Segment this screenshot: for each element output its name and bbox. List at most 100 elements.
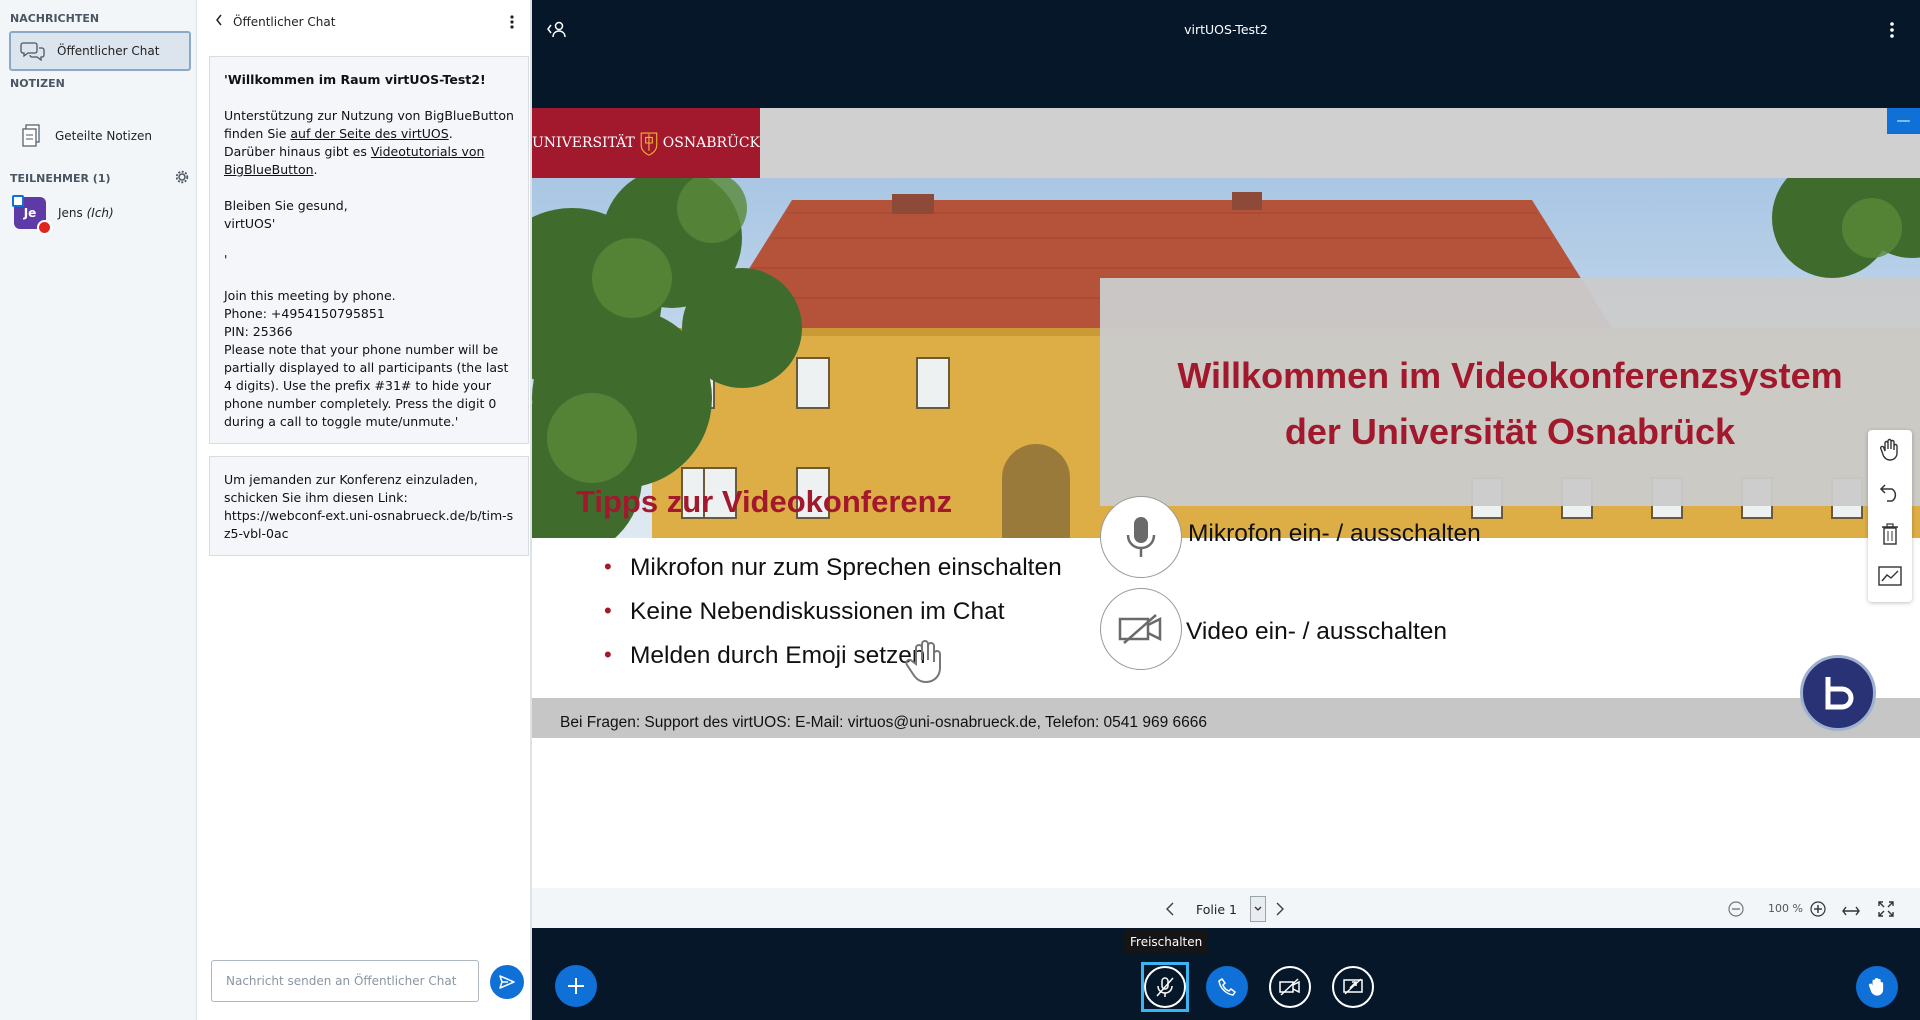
support-text-end: . (448, 126, 453, 141)
university-logo: UNIVERSITÄT OSNABRÜCK (532, 108, 760, 178)
messages-section-title: NACHRICHTEN (10, 12, 100, 25)
hand-tool-icon[interactable] (1874, 434, 1906, 466)
welcome-line-post: ! (479, 72, 486, 87)
chevron-down-icon (1250, 896, 1266, 922)
support-link[interactable]: auf der Seite des virtUOS (290, 126, 448, 141)
phone-intro: Join this meeting by phone. (224, 288, 396, 303)
chat-back-button[interactable]: Öffentlicher Chat (215, 14, 335, 29)
tutorial-text-end: . (313, 162, 318, 177)
university-emblem-icon (640, 132, 658, 156)
send-icon (499, 975, 515, 989)
mic-label: Mikrofon ein- / ausschalten (1188, 520, 1481, 547)
participants-settings-icon[interactable] (175, 169, 189, 188)
top-bar: virtUOS-Test2 (532, 0, 1920, 60)
avatar-initials: Je (23, 206, 37, 220)
tutorial-text: Darüber hinaus gibt es (224, 144, 371, 159)
actions-plus-button[interactable] (555, 965, 597, 1007)
fullscreen-icon[interactable] (1878, 901, 1894, 921)
presenter-icon (12, 195, 24, 207)
avatar: Je (12, 195, 52, 235)
share-webcam-button[interactable] (1269, 966, 1311, 1008)
invite-link: https://webconf-ext.uni-osnabrueck.de/b/… (224, 508, 514, 541)
phone-note: Please note that your phone number will … (224, 342, 509, 429)
welcome-line-pre: 'Willkommen im Raum (224, 72, 385, 87)
undo-icon[interactable] (1874, 476, 1906, 508)
tip-item: Keine Nebendiskussionen im Chat (604, 598, 1004, 626)
slide-select-value: Folie 1 (1196, 901, 1237, 917)
invite-text: Um jemanden zur Konferenz einzuladen, sc… (224, 472, 478, 505)
zoom-in-icon[interactable] (1810, 901, 1826, 921)
public-chat-label: Öffentlicher Chat (57, 44, 160, 58)
welcome-room-name: virtUOS-Test2 (384, 72, 480, 87)
participants-section-title: TEILNEHMER (1) (10, 172, 111, 185)
participant-row[interactable]: Je Jens (Ich) (12, 195, 114, 235)
fit-width-icon[interactable] (1842, 902, 1860, 921)
presentation-slide[interactable]: UNIVERSITÄT OSNABRÜCK Willkommen im Vide… (532, 108, 1920, 888)
send-message-button[interactable] (490, 965, 524, 999)
slide-select[interactable]: Folie 1 (1186, 896, 1266, 922)
tips-title: Tipps zur Videokonferenz (576, 484, 953, 519)
chat-options-icon[interactable] (510, 14, 514, 29)
phone-icon (1218, 977, 1237, 996)
public-chat-item[interactable]: Öffentlicher Chat (9, 31, 191, 71)
tip-item: Melden durch Emoji setzen (604, 642, 925, 670)
whiteboard-toolbar (1868, 430, 1912, 602)
leave-audio-button[interactable] (1206, 966, 1248, 1008)
room-title: virtUOS-Test2 (1184, 22, 1268, 37)
unmute-tooltip: Freischalten (1124, 930, 1209, 954)
phone-number: Phone: +4954150795851 (224, 306, 385, 321)
invite-message: Um jemanden zur Konferenz einzuladen, sc… (209, 456, 529, 556)
participant-name-text: Jens (58, 206, 83, 220)
chat-icon (19, 37, 47, 65)
slide-footer-text: Bei Fragen: Support des virtUOS: E-Mail:… (560, 714, 1207, 731)
plus-icon (568, 978, 584, 994)
participant-self-tag: (Ich) (86, 206, 114, 220)
chat-panel: Öffentlicher Chat 'Willkommen im Raum vi… (197, 0, 532, 1020)
headline-line-2: der Universität Osnabrück (1284, 411, 1736, 452)
chat-message-input[interactable]: Nachricht senden an Öffentlicher Chat (211, 960, 479, 1002)
screenshare-off-icon (1343, 978, 1363, 995)
minimize-presentation-button[interactable]: — (1887, 108, 1920, 134)
multi-user-whiteboard-icon[interactable] (1874, 560, 1906, 592)
bigbluebutton-logo (1800, 655, 1876, 731)
next-slide-icon[interactable] (1276, 901, 1285, 920)
raise-hand-icon (904, 638, 944, 688)
slide-headline: Willkommen im Videokonferenzsystem der U… (1100, 348, 1920, 460)
minimize-label: — (1896, 113, 1911, 129)
shared-notes-item[interactable]: Geteilte Notizen (9, 116, 191, 156)
video-icon (1100, 588, 1182, 670)
video-off-icon (1279, 978, 1300, 996)
greeting-line-1: Bleiben Sie gesund, (224, 198, 348, 213)
options-kebab-icon[interactable] (1890, 22, 1894, 42)
logo-text-right: OSNABRÜCK (662, 135, 760, 151)
mic-icon (1100, 496, 1182, 578)
delete-icon[interactable] (1874, 518, 1906, 550)
chat-title: Öffentlicher Chat (233, 14, 336, 29)
hand-icon (1868, 978, 1884, 996)
main-area: virtUOS-Test2 UNIVERSITÄT OSNABRÜCK Will… (532, 0, 1920, 1020)
notes-section-title: NOTIZEN (10, 77, 65, 90)
prev-slide-icon[interactable] (1165, 901, 1174, 920)
presentation-toolbar: Folie 1 100 % (532, 888, 1920, 928)
muted-mic-icon (1156, 977, 1174, 997)
notes-icon (17, 122, 45, 150)
video-label: Video ein- / ausschalten (1186, 618, 1448, 645)
chat-input-placeholder: Nachricht senden an Öffentlicher Chat (226, 974, 457, 988)
phone-pin: PIN: 25366 (224, 324, 293, 339)
user-list-panel: NACHRICHTEN Öffentlicher Chat NOTIZEN Ge… (0, 0, 197, 1020)
headline-line-1: Willkommen im Videokonferenzsystem (1177, 355, 1843, 396)
unmute-button[interactable] (1144, 966, 1186, 1008)
share-screen-button[interactable] (1332, 966, 1374, 1008)
zoom-out-icon[interactable] (1728, 901, 1744, 921)
shared-notes-label: Geteilte Notizen (55, 129, 152, 143)
raise-hand-button[interactable] (1856, 966, 1898, 1008)
participant-name: Jens (Ich) (58, 206, 114, 220)
bbb-app: NACHRICHTEN Öffentlicher Chat NOTIZEN Ge… (0, 0, 1920, 1020)
muted-icon (37, 220, 52, 235)
zoom-value: 100 % (1768, 902, 1803, 915)
logo-text-left: UNIVERSITÄT (532, 135, 635, 151)
tip-item: Mikrofon nur zum Sprechen einschalten (604, 554, 1062, 582)
welcome-message: 'Willkommen im Raum virtUOS-Test2! Unter… (209, 56, 529, 444)
greeting-line-2: virtUOS' (224, 216, 276, 231)
chevron-left-icon (215, 14, 223, 29)
